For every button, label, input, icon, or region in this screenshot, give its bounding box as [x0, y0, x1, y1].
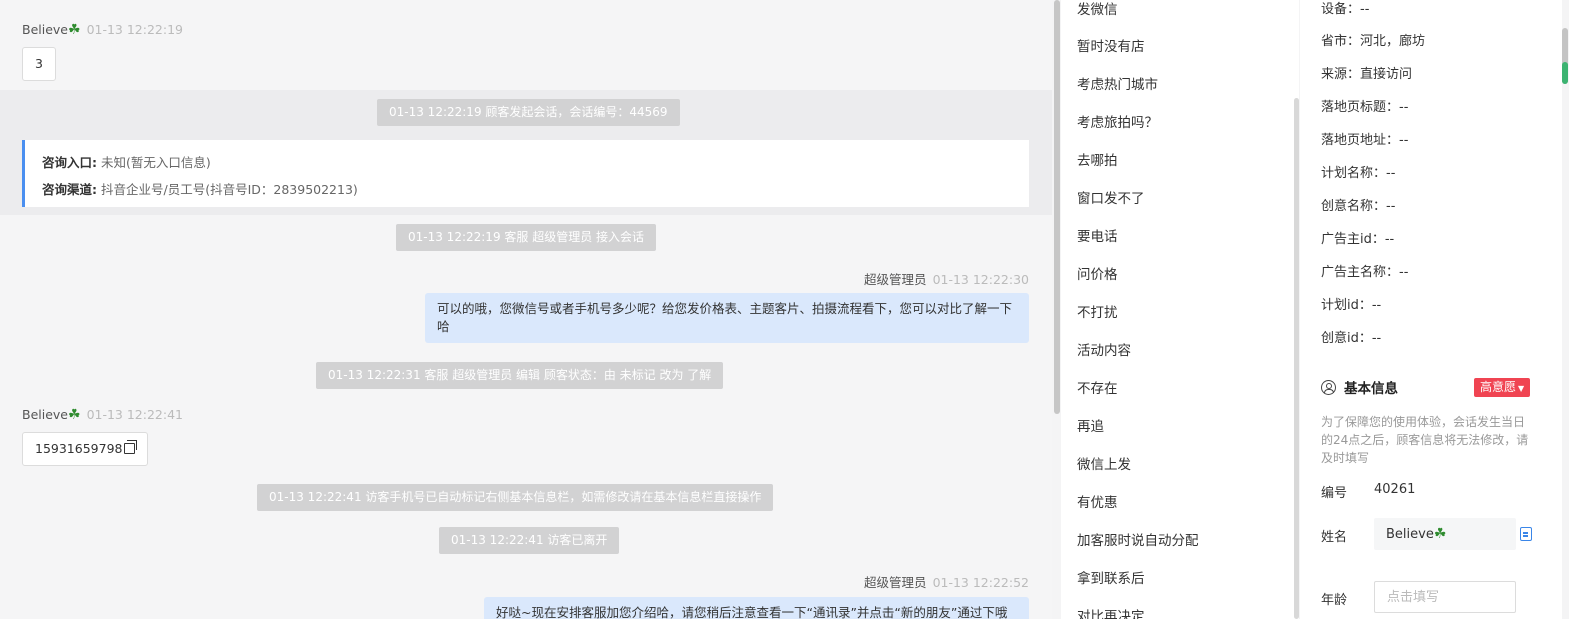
name-value: Believe: [1386, 527, 1434, 542]
visitor-info-row: 广告主名称：--: [1321, 265, 1409, 280]
channel-value: 抖音企业号/员工号(抖音号ID：2839502213): [100, 182, 358, 197]
clover-emoji: ☘: [68, 407, 81, 423]
quick-reply-item[interactable]: 活动内容: [1077, 339, 1131, 359]
entry-label: 咨询入口:: [42, 155, 97, 170]
message-time: 01-13 12:22:30: [932, 272, 1029, 287]
quick-reply-item[interactable]: 去哪拍: [1077, 149, 1118, 169]
outgoing-message[interactable]: 好哒~现在安排客服加您介绍哈，请您稍后注意查看一下“通讯录”并点击“新的朋友”通…: [484, 597, 1029, 619]
quick-reply-scrollbar[interactable]: [1294, 98, 1299, 619]
clover-emoji: ☘: [1433, 526, 1447, 542]
visitor-info-row: 落地页标题：--: [1321, 100, 1409, 115]
message-time: 01-13 12:22:52: [932, 575, 1029, 590]
incoming-message[interactable]: 3: [22, 47, 56, 81]
outgoing-message[interactable]: 可以的哦，您微信号或者手机号多少呢？给您发价格表、主题客片、拍摄流程看下，您可以…: [425, 293, 1029, 343]
message-sender: Believe☘ 01-13 12:22:19: [22, 22, 183, 38]
copy-icon[interactable]: [124, 440, 138, 454]
chat-scrollbar[interactable]: [1054, 0, 1060, 414]
app-root: Believe☘ 01-13 12:22:19 3 01-13 12:22:19 …: [0, 0, 1569, 619]
message-sender: 超级管理员 01-13 12:22:30: [864, 269, 1029, 288]
sender-name: Believe: [22, 407, 68, 422]
system-notice: 01-13 12:22:41 访客已离开: [439, 527, 620, 554]
quick-reply-panel: 发微信暂时没有店考虑热门城市 考虑旅拍吗？ 去哪拍窗口发不了要电话问价格不打扰活动内…: [1061, 0, 1299, 619]
message-text: 好哒~现在安排客服加您介绍哈，请您稍后注意查看一下“通讯录”并点击“新的朋友”通…: [496, 605, 1008, 619]
id-label: 编号: [1321, 486, 1348, 501]
name-field[interactable]: Believe☘: [1374, 518, 1516, 550]
quick-reply-item[interactable]: 暂时没有店: [1077, 35, 1145, 55]
quick-reply-item[interactable]: 有优惠: [1077, 491, 1118, 511]
quick-reply-item[interactable]: 不打扰: [1077, 301, 1118, 321]
age-label: 年龄: [1321, 593, 1348, 608]
visitor-info-row: 创意id：--: [1321, 331, 1382, 346]
system-notice: 01-13 12:22:31 客服 超级管理员 编辑 顾客状态：由 未标记 改为…: [316, 362, 724, 389]
message-sender: 超级管理员 01-13 12:22:52: [864, 572, 1029, 591]
message-text: 15931659798: [35, 441, 123, 456]
quick-reply-item[interactable]: 窗口发不了: [1077, 187, 1145, 207]
message-sender: Believe☘ 01-13 12:22:41: [22, 407, 183, 423]
incoming-message[interactable]: 15931659798: [22, 432, 149, 466]
visitor-info-row: 计划id：--: [1321, 298, 1382, 313]
message-text: 可以的哦，您微信号或者手机号多少呢？给您发价格表、主题客片、拍摄流程看下，您可以…: [437, 301, 1013, 334]
system-notice: 01-13 12:22:19 顾客发起会话，会话编号：44569: [377, 99, 680, 126]
quick-reply-item[interactable]: 发微信: [1077, 0, 1118, 18]
chat-panel: Believe☘ 01-13 12:22:19 3 01-13 12:22:19 …: [0, 0, 1052, 619]
age-input[interactable]: [1374, 581, 1516, 613]
section-title-text: 基本信息: [1344, 381, 1398, 397]
visitor-info-panel: 基本信息 高意愿 ▼ 为了保障您的使用体验，会话发生当日的24点之后，顾客信息将无…: [1300, 0, 1562, 619]
document-icon[interactable]: [1520, 527, 1532, 541]
visitor-info-row: 创意名称：--: [1321, 199, 1396, 214]
quick-reply-item[interactable]: 拿到联系后: [1077, 567, 1145, 587]
intent-badge[interactable]: 高意愿 ▼: [1474, 378, 1531, 397]
quick-reply-item[interactable]: 考虑旅拍吗？: [1077, 111, 1158, 131]
visitor-info-row: 来源：直接访问: [1321, 67, 1413, 82]
message-time: 01-13 12:22:19: [86, 22, 183, 37]
name-label: 姓名: [1321, 530, 1348, 545]
channel-label: 咨询渠道:: [42, 182, 97, 197]
quick-reply-item[interactable]: 要电话: [1077, 225, 1118, 245]
visitor-info-row: 计划名称：--: [1321, 166, 1396, 181]
message-text: 3: [35, 56, 43, 71]
basic-info-title: 基本信息: [1321, 377, 1398, 397]
sender-name: 超级管理员: [864, 272, 927, 287]
quick-reply-item[interactable]: 对比再决定: [1077, 605, 1145, 619]
message-time: 01-13 12:22:41: [86, 407, 183, 422]
visitor-info-row: 广告主id：--: [1321, 232, 1395, 247]
quick-reply-item[interactable]: 考虑热门城市: [1077, 73, 1158, 93]
clover-emoji: ☘: [68, 22, 81, 38]
system-notice: 01-13 12:22:41 访客手机号已自动标记右侧基本信息栏，如需修改请在基…: [257, 484, 774, 511]
sender-name: Believe: [22, 22, 68, 37]
quick-reply-item[interactable]: 微信上发: [1077, 453, 1131, 473]
quick-reply-item[interactable]: 再追: [1077, 415, 1104, 435]
quick-reply-item[interactable]: 不存在: [1077, 377, 1118, 397]
visitor-info-row: 落地页地址：--: [1321, 133, 1409, 148]
intent-badge-label: 高意愿: [1480, 380, 1517, 394]
consult-entry-card: 咨询入口: 未知(暂无入口信息) 咨询渠道: 抖音企业号/员工号(抖音号ID：2…: [22, 140, 1029, 207]
info-scrollbar[interactable]: [1562, 28, 1568, 84]
entry-value: 未知(暂无入口信息): [100, 155, 211, 170]
sender-name: 超级管理员: [864, 575, 927, 590]
id-value: 40261: [1374, 482, 1416, 497]
visitor-info-row: 省市：河北，廊坊: [1321, 34, 1426, 49]
system-notice: 01-13 12:22:19 客服 超级管理员 接入会话: [396, 224, 657, 251]
quick-reply-item[interactable]: 加客服时说自动分配: [1077, 529, 1199, 549]
caret-down-icon: ▼: [1518, 384, 1525, 393]
edit-notice: 为了保障您的使用体验，会话发生当日的24点之后，顾客信息将无法修改，请及时填写: [1321, 415, 1529, 465]
visitor-info-row: 设备：--: [1321, 2, 1370, 17]
quick-reply-item[interactable]: 问价格: [1077, 263, 1118, 283]
user-circle-icon: [1321, 379, 1336, 395]
